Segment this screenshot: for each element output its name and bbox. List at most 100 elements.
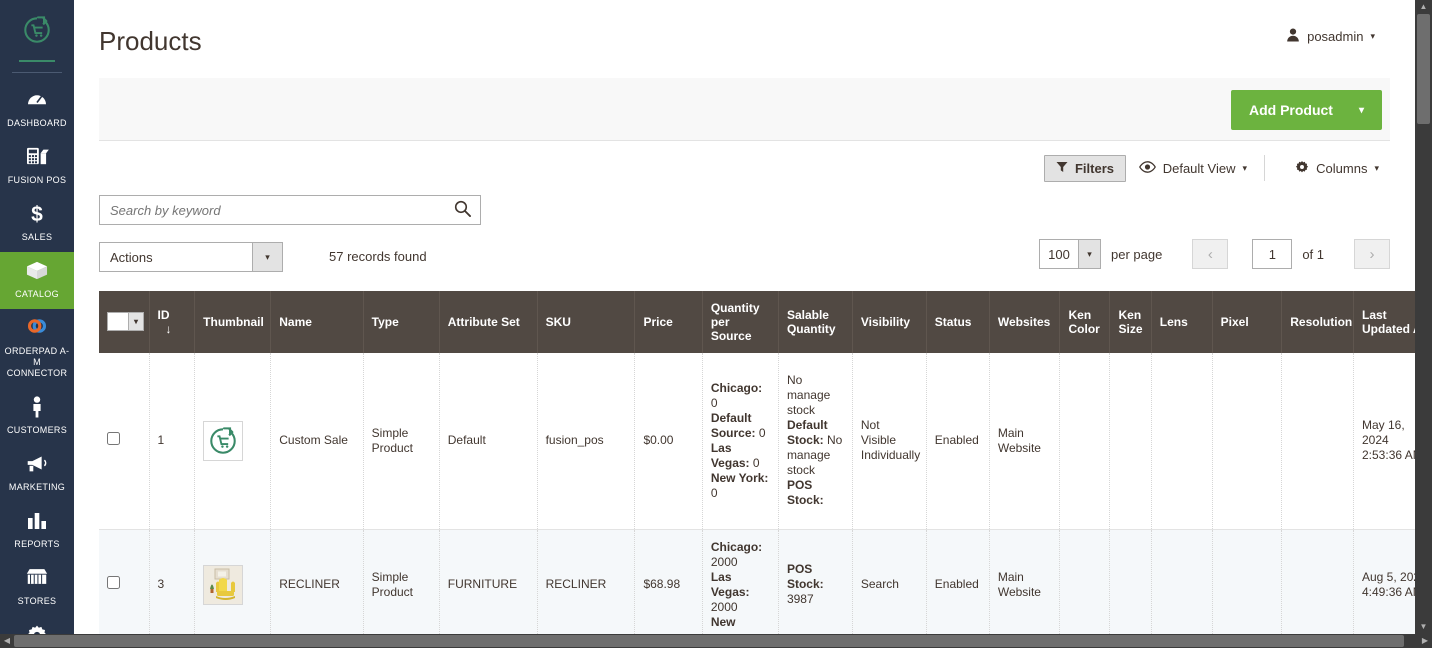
qty-value: 0 bbox=[710, 395, 718, 410]
cell-ken-size bbox=[1109, 529, 1152, 634]
column-header-salable-quantity[interactable]: Salable Quantity bbox=[778, 291, 853, 353]
toolbar-divider bbox=[1264, 155, 1265, 181]
sidebar-item-fusion-pos[interactable]: FUSION POS bbox=[0, 138, 74, 195]
search-box[interactable] bbox=[99, 195, 481, 225]
admin-user-menu[interactable]: posadmin ▾ bbox=[1286, 28, 1375, 45]
sidebar-item-dashboard[interactable]: DASHBOARD bbox=[0, 81, 74, 138]
column-header-sku[interactable]: SKU bbox=[537, 291, 636, 353]
column-label: Thumbnail bbox=[203, 315, 264, 329]
storefront-icon bbox=[2, 567, 72, 593]
chevron-down-icon[interactable]: ▾ bbox=[252, 243, 282, 271]
vertical-scrollbar-thumb[interactable] bbox=[1417, 14, 1430, 124]
grid-body: 1 Custom Sale Simple Product Default fus… bbox=[99, 353, 1415, 634]
mass-actions-select[interactable]: Actions ▾ bbox=[99, 242, 283, 272]
column-header-status[interactable]: Status bbox=[926, 291, 990, 353]
column-header-ken-size[interactable]: Ken Size bbox=[1109, 291, 1152, 353]
column-header-websites[interactable]: Websites bbox=[989, 291, 1061, 353]
chevron-down-icon[interactable]: ▾ bbox=[128, 312, 143, 330]
scroll-down-arrow-icon[interactable]: ▼ bbox=[1415, 620, 1432, 634]
sidebar-label: ORDERPAD A-M CONNECTOR bbox=[4, 346, 70, 378]
admin-user-label: posadmin bbox=[1307, 29, 1364, 44]
columns-selector[interactable]: Columns ▾ bbox=[1284, 155, 1390, 182]
sidebar-item-catalog[interactable]: CATALOG bbox=[0, 252, 74, 309]
current-page-input[interactable]: 1 bbox=[1252, 239, 1293, 269]
row-select-cell[interactable] bbox=[99, 353, 150, 530]
previous-page-button[interactable]: ‹ bbox=[1192, 239, 1229, 269]
recliner-photo-thumbnail[interactable] bbox=[203, 564, 244, 605]
column-header-pixel[interactable]: Pixel bbox=[1212, 291, 1283, 353]
cell-thumbnail bbox=[194, 529, 272, 634]
cell-name: RECLINER bbox=[270, 529, 364, 634]
cell-ken-color bbox=[1059, 529, 1111, 634]
dashboard-icon bbox=[2, 89, 72, 115]
sidebar-item-orderpad-connector[interactable]: ORDERPAD A-M CONNECTOR bbox=[0, 309, 74, 388]
column-header-resolution[interactable]: Resolution bbox=[1281, 291, 1354, 353]
cell-name: Custom Sale bbox=[270, 353, 364, 530]
column-header-quantity-per-source[interactable]: Quantity per Source bbox=[702, 291, 779, 353]
qty-label: New bbox=[710, 614, 736, 629]
scroll-left-arrow-icon[interactable]: ◀ bbox=[0, 634, 14, 648]
search-input[interactable] bbox=[100, 202, 444, 218]
cell-attribute-set: FURNITURE bbox=[439, 529, 538, 634]
column-label: SKU bbox=[545, 315, 571, 329]
cell-price: $68.98 bbox=[634, 529, 703, 634]
svg-text:$: $ bbox=[31, 203, 43, 225]
column-header-attribute-set[interactable]: Attribute Set bbox=[439, 291, 538, 353]
mass-select-header[interactable]: ▾ bbox=[99, 291, 150, 353]
table-row[interactable]: 1 Custom Sale Simple Product Default fus… bbox=[99, 353, 1415, 530]
cell-id: 1 bbox=[149, 353, 196, 530]
eye-icon bbox=[1138, 161, 1156, 176]
search-button[interactable] bbox=[444, 196, 480, 224]
cart-logo-thumbnail[interactable] bbox=[203, 420, 244, 461]
horizontal-scrollbar-thumb[interactable] bbox=[14, 635, 1404, 647]
column-header-thumbnail[interactable]: Thumbnail bbox=[194, 291, 272, 353]
column-header-id[interactable]: ID ↓ bbox=[149, 291, 196, 353]
column-header-type[interactable]: Type bbox=[363, 291, 440, 353]
sidebar-item-marketing[interactable]: MARKETING bbox=[0, 445, 74, 502]
table-row[interactable]: 3 RECLINER Simple Product FURNITURE RECL… bbox=[99, 529, 1415, 634]
column-header-ken-color[interactable]: Ken Color bbox=[1059, 291, 1111, 353]
cell-lens bbox=[1151, 353, 1213, 530]
chevron-down-icon: ▾ bbox=[1242, 163, 1247, 173]
qty-label: New York: bbox=[710, 470, 769, 485]
qty-label: Las Vegas: bbox=[710, 440, 750, 470]
scroll-up-arrow-icon[interactable]: ▲ bbox=[1415, 0, 1432, 14]
cell-websites: Main Website bbox=[989, 353, 1061, 530]
cell-id: 3 bbox=[149, 529, 196, 634]
column-header-name[interactable]: Name bbox=[270, 291, 364, 353]
mass-select-control[interactable]: ▾ bbox=[107, 311, 144, 331]
sidebar-item-stores[interactable]: STORES bbox=[0, 559, 74, 616]
next-page-button[interactable]: › bbox=[1354, 239, 1390, 269]
current-page-value: 1 bbox=[1268, 246, 1276, 262]
sidebar-divider bbox=[12, 72, 62, 73]
row-checkbox[interactable] bbox=[107, 432, 120, 446]
cell-pixel bbox=[1212, 529, 1283, 634]
sidebar-item-customers[interactable]: CUSTOMERS bbox=[0, 388, 74, 445]
vertical-scrollbar[interactable]: ▲ ▼ bbox=[1415, 0, 1432, 634]
chevron-down-icon[interactable]: ▾ bbox=[1077, 240, 1100, 268]
column-header-lens[interactable]: Lens bbox=[1151, 291, 1213, 353]
cell-quantity-per-source: Chicago: 0 Default Source: 0 Las Vegas: … bbox=[702, 353, 779, 530]
cart-logo-icon[interactable] bbox=[0, 0, 74, 60]
column-label: Resolution bbox=[1290, 315, 1353, 329]
scroll-right-arrow-icon[interactable]: ▶ bbox=[1418, 634, 1432, 648]
sidebar-item-reports[interactable]: REPORTS bbox=[0, 502, 74, 559]
row-checkbox[interactable] bbox=[107, 576, 120, 589]
add-product-button[interactable]: Add Product ▾ bbox=[1230, 90, 1382, 130]
column-header-last-updated-at[interactable]: Last Updated At bbox=[1353, 291, 1415, 353]
column-header-price[interactable]: Price bbox=[634, 291, 703, 353]
column-header-visibility[interactable]: Visibility bbox=[852, 291, 927, 353]
sidebar-item-sales[interactable]: $ SALES bbox=[0, 195, 74, 252]
select-all-checkbox[interactable] bbox=[108, 312, 128, 330]
cell-pixel bbox=[1212, 353, 1283, 530]
filters-button[interactable]: Filters bbox=[1043, 155, 1126, 182]
qty-value: 0 bbox=[758, 425, 766, 440]
default-view-selector[interactable]: Default View ▾ bbox=[1128, 155, 1258, 182]
per-page-select[interactable]: 100 ▾ bbox=[1038, 239, 1101, 269]
horizontal-scrollbar[interactable]: ◀ ▶ bbox=[0, 634, 1432, 648]
cell-resolution bbox=[1281, 529, 1354, 634]
add-product-caret-icon[interactable]: ▾ bbox=[1359, 105, 1364, 116]
sidebar-item-system[interactable]: SYSTEM bbox=[0, 616, 74, 634]
cell-price: $0.00 bbox=[634, 353, 703, 530]
row-select-cell[interactable] bbox=[99, 529, 150, 634]
